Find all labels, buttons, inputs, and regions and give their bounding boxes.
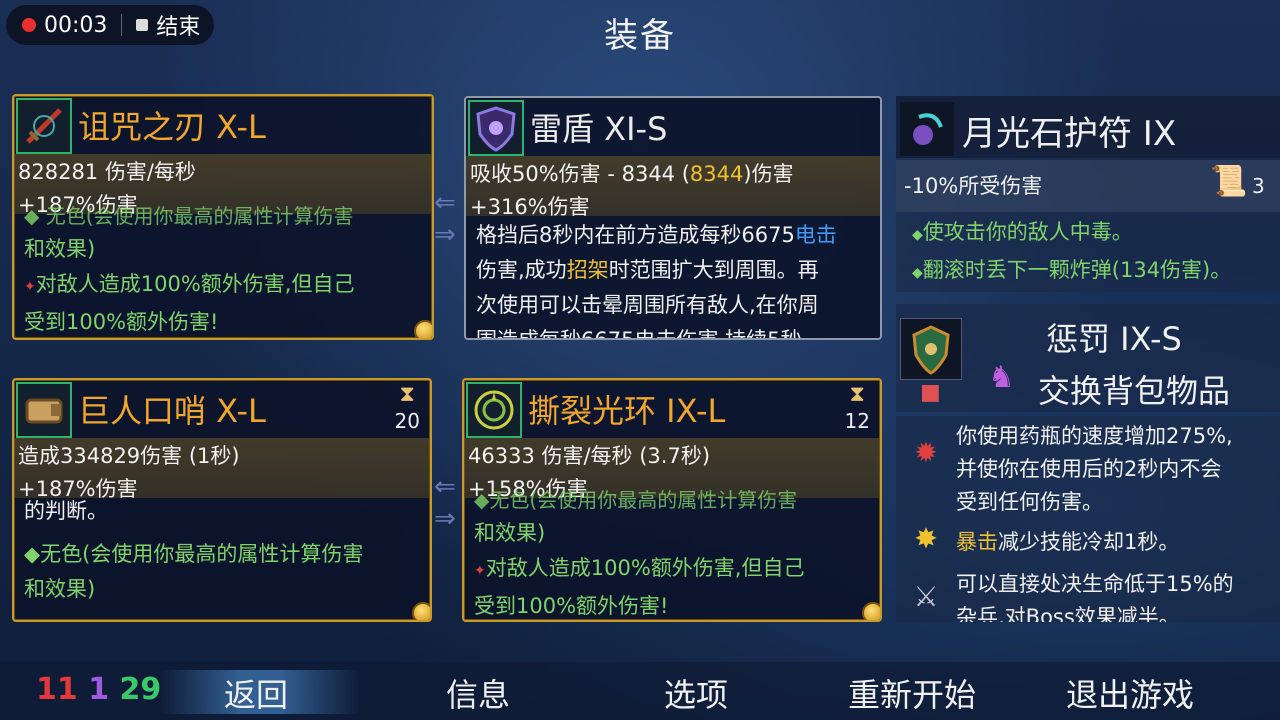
perk-text: 暴击减少技能冷却1秒。 <box>956 530 1180 554</box>
cooldown-indicator: ⧗ 20 <box>395 382 420 433</box>
bottom-menu-bar: 11 1 29 返回 信息 选项 重新开始 退出游戏 <box>0 662 1280 720</box>
item-description: 格挡后8秒内在前方造成每秒6675电击 伤害,成功招架时范围扩大到周围。再 次使… <box>476 218 872 340</box>
amulet-icon <box>900 102 954 156</box>
swap-icon: ♞ <box>988 360 1015 395</box>
item-name: 巨人口哨 X-L <box>78 392 266 430</box>
desc-line: 伤害,成功招架时范围扩大到周围。再 <box>476 258 819 282</box>
options-button[interactable]: 选项 <box>664 670 728 716</box>
survival-stat: 29 <box>119 672 162 707</box>
sword-icon <box>16 98 72 154</box>
shield-icon <box>468 100 524 156</box>
item-description: ◆无色(会使用你最高的属性计算伤害 和效果) ✦对敌人造成100%额外伤害,但自… <box>474 490 872 620</box>
desc-line: 和效果) <box>474 521 546 545</box>
bullet-icon: ◆ <box>474 490 490 512</box>
halo-icon <box>466 382 522 438</box>
perk-text: 可以直接处决生命低于15%的 <box>956 572 1234 596</box>
cooldown-seconds: 12 <box>844 409 870 433</box>
dps-stat: 828281 伤害/每秒 <box>18 160 196 184</box>
item-description: ◆ 无色(会使用你最高的属性计算伤害 和效果) ✦对敌人造成100%额外伤害,但… <box>24 206 424 338</box>
perk-text: 受到任何伤害。 <box>956 490 1103 514</box>
cooldown-seconds: 20 <box>394 409 420 433</box>
dps-stat: 46333 伤害/每秒 (3.7秒) <box>468 444 711 468</box>
skill-card-giant-whistle[interactable]: 巨人口哨 X-L ⧗ 20 造成334829伤害 (1秒) +187%伤害 的判断… <box>12 378 432 622</box>
desc-line: ◆无色(会使用你最高的属性计算伤害 <box>24 542 364 566</box>
block-stat: 吸收50%伤害 - 8344 (8344)伤害 <box>470 162 794 186</box>
defense-stat: -10%所受伤害 <box>904 174 1043 198</box>
mutations-panel: ✹ 你使用药瓶的速度增加275%, 并使你在使用后的2秒内不会 受到任何伤害。 … <box>896 416 1280 622</box>
item-name: 雷盾 XI-S <box>530 110 668 148</box>
shield-icon <box>900 318 962 380</box>
desc-line: ✦对敌人造成100%额外伤害,但自己 <box>474 556 805 580</box>
mutation-icon: ■ <box>920 380 941 405</box>
potion-perk-icon: ✹ <box>914 435 938 469</box>
desc-line: 格挡后8秒内在前方造成每秒6675电击 <box>476 223 837 247</box>
amulet-effect: ◆使攻击你的敌人中毒。 <box>912 220 1133 244</box>
page-title: 装备 <box>604 16 676 56</box>
desc-line: 受到100%额外伤害! <box>24 310 219 334</box>
brutality-stat: 11 <box>36 672 78 707</box>
weapon-card-thunder-shield[interactable]: 雷盾 XI-S 吸收50%伤害 - 8344 (8344)伤害 +316%伤害 … <box>464 96 882 340</box>
scroll-icon: 📜 <box>1210 164 1248 199</box>
damage-stat: 造成334829伤害 (1秒) <box>18 444 240 468</box>
amulet-panel[interactable]: 月光石护符 IX -10%所受伤害 📜 3 ◆使攻击你的敌人中毒。 ◆翻滚时丢下… <box>896 96 1280 292</box>
perk-text: 并使你在使用后的2秒内不会 <box>956 457 1222 481</box>
desc-line: 受到100%额外伤害! <box>474 594 669 618</box>
quit-game-button[interactable]: 退出游戏 <box>1066 670 1194 716</box>
bullet-icon: ◆ <box>24 206 40 228</box>
amulet-name: 月光石护符 IX <box>962 114 1177 154</box>
tactics-stat: 1 <box>88 672 110 707</box>
perk-text: 你使用药瓶的速度增加275%, <box>956 424 1233 448</box>
whistle-icon <box>16 382 72 438</box>
restart-button[interactable]: 重新开始 <box>848 670 976 716</box>
skill-card-tearing-halo[interactable]: 撕裂光环 IX-L ⧗ 12 46333 伤害/每秒 (3.7秒) +158%伤害… <box>462 378 882 622</box>
bullet-icon: ◆ <box>24 542 41 566</box>
swap-left-arrow-icon[interactable]: ⇐ <box>434 472 456 502</box>
desc-line: ◆无色(会使用你最高的属性计算伤害 <box>474 490 798 512</box>
desc-line: ◆ 无色(会使用你最高的属性计算伤害 <box>24 206 354 228</box>
swap-left-arrow-icon[interactable]: ⇐ <box>434 188 456 218</box>
cooldown-indicator: ⧗ 12 <box>845 382 870 433</box>
punish-panel[interactable]: ■ 惩罚 IX-S ♞ 交换背包物品 <box>896 304 1280 412</box>
amulet-effect: ◆翻滚时丢下一颗炸弹(134伤害)。 <box>912 258 1232 282</box>
damage-bonus: +316%伤害 <box>470 195 590 219</box>
curse-icon: ✦ <box>24 279 36 295</box>
crit-perk-icon: ✸ <box>914 521 938 555</box>
item-description: 的判断。 ◆无色(会使用你最高的属性计算伤害 和效果) <box>24 494 422 607</box>
back-button[interactable]: 返回 <box>224 670 288 716</box>
desc-line: 和效果) <box>24 577 96 601</box>
bullet-icon: ◆ <box>912 227 923 243</box>
gold-gem-icon <box>862 602 880 620</box>
perk-text: 杂兵,对Boss效果减半。 <box>956 605 1180 622</box>
stat-counters: 11 1 29 <box>36 672 161 707</box>
gold-gem-icon <box>412 602 430 620</box>
item-name: 撕裂光环 IX-L <box>528 392 726 430</box>
swap-right-arrow-icon[interactable]: ⇒ <box>434 504 456 534</box>
item-name: 诅咒之刃 X-L <box>78 108 266 146</box>
swap-backpack-button[interactable]: 交换背包物品 <box>1038 366 1230 412</box>
desc-line: 次使用可以击晕周围所有敌人,在你周 <box>476 293 819 317</box>
curse-icon: ✦ <box>474 563 486 579</box>
swap-right-arrow-icon[interactable]: ⇒ <box>434 220 456 250</box>
hourglass-icon: ⧗ <box>849 382 865 407</box>
desc-line: 的判断。 <box>24 499 108 523</box>
scroll-count: 3 <box>1252 174 1265 198</box>
execute-perk-icon: ⚔ <box>913 579 939 613</box>
desc-line: 围造成每秒6675电击伤害,持续5秒。 <box>476 328 823 340</box>
bullet-icon: ◆ <box>912 265 923 281</box>
gold-gem-icon <box>414 320 432 338</box>
hourglass-icon: ⧗ <box>399 382 415 407</box>
item-name: 惩罚 IX-S <box>1046 320 1182 358</box>
weapon-card-curse-blade[interactable]: 诅咒之刃 X-L 828281 伤害/每秒 +187%伤害 ◆ 无色(会使用你最… <box>12 94 434 340</box>
info-button[interactable]: 信息 <box>446 670 510 716</box>
desc-line: 和效果) <box>24 237 96 261</box>
desc-line: ✦对敌人造成100%额外伤害,但自己 <box>24 272 355 296</box>
